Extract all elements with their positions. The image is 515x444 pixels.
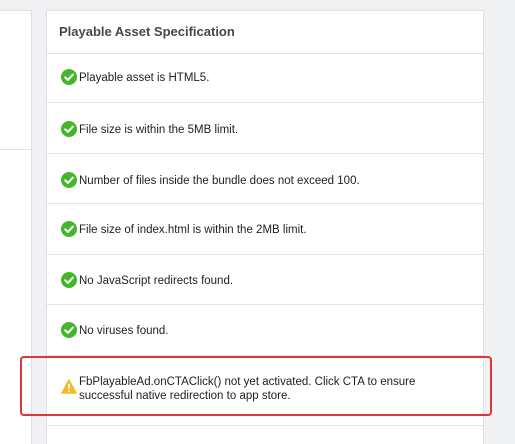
check-item-text: Number of files inside the bundle does n…: [79, 175, 360, 187]
check-circle-icon: [61, 121, 77, 137]
check-item-file-count: Number of files inside the bundle does n…: [47, 172, 483, 188]
row-divider: [47, 425, 483, 426]
row-divider: [47, 254, 483, 255]
check-item-text: File size of index.html is within the 2M…: [79, 224, 307, 236]
check-item-js-redirects: No JavaScript redirects found.: [47, 272, 483, 288]
check-circle-icon: [61, 272, 77, 288]
check-item-html5: Playable asset is HTML5.: [47, 69, 483, 85]
card-title: Playable Asset Specification: [47, 11, 483, 54]
check-circle-icon: [61, 69, 77, 85]
check-circle-icon: [61, 221, 77, 237]
check-item-file-size: File size is within the 5MB limit.: [47, 121, 483, 137]
check-item-index-size: File size of index.html is within the 2M…: [47, 221, 483, 237]
check-item-viruses: No viruses found.: [47, 322, 483, 338]
row-divider: [47, 203, 483, 204]
check-item-text: File size is within the 5MB limit.: [79, 124, 239, 136]
row-divider: [47, 102, 483, 103]
check-circle-icon: [61, 172, 77, 188]
check-circle-icon: [61, 322, 77, 338]
row-divider: [47, 153, 483, 154]
left-panel-divider: [0, 149, 32, 150]
highlight-box: [20, 356, 492, 416]
check-item-text: Playable asset is HTML5.: [79, 72, 210, 84]
row-divider: [47, 304, 483, 305]
check-item-text: No JavaScript redirects found.: [79, 275, 234, 287]
check-item-text: No viruses found.: [79, 325, 169, 337]
